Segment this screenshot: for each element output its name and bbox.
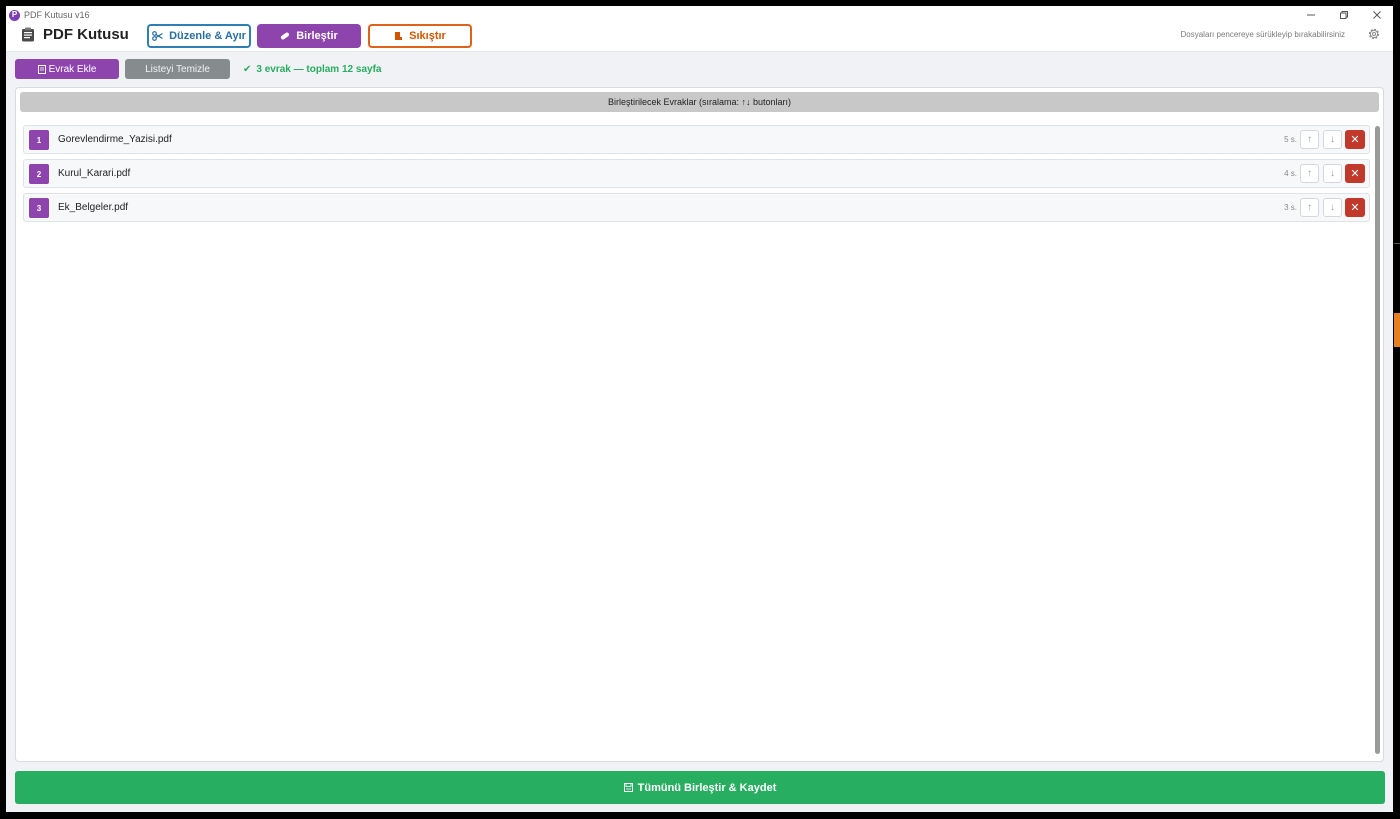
list-item: 2 Kurul_Karari.pdf 4 s. ↑ ↓ ✕: [23, 159, 1370, 188]
link-icon: [281, 32, 290, 40]
arrow-up-icon: ↑: [1307, 202, 1312, 213]
move-up-button[interactable]: ↑: [1300, 198, 1319, 217]
app-window: PDF Kutusu Düzenle & Ayır Birleştir Sıkı…: [6, 6, 1393, 812]
move-down-button[interactable]: ↓: [1323, 198, 1342, 217]
list-item: 3 Ek_Belgeler.pdf 3 s. ↑ ↓ ✕: [23, 193, 1370, 222]
file-name: Gorevlendirme_Yazisi.pdf: [58, 134, 172, 145]
app-name: PDF Kutusu: [43, 26, 129, 43]
move-down-button[interactable]: ↓: [1323, 130, 1342, 149]
check-icon: ✔: [243, 63, 252, 75]
background-accent: [1394, 313, 1400, 347]
arrow-up-icon: ↑: [1307, 168, 1312, 179]
minimize-icon: [1306, 14, 1315, 16]
close-icon: ✕: [1350, 202, 1360, 214]
compress-icon: [395, 32, 403, 40]
window-title: PDF Kutusu v16: [24, 10, 90, 20]
minimize-button[interactable]: [1294, 6, 1327, 24]
save-icon: [623, 783, 633, 792]
item-index: 2: [29, 164, 49, 184]
move-up-button[interactable]: ↑: [1300, 130, 1319, 149]
clear-list-button[interactable]: Listeyi Temizle: [125, 59, 230, 79]
close-icon: ✕: [1350, 168, 1360, 180]
screen: PDF Kutusu Düzenle & Ayır Birleştir Sıkı…: [0, 0, 1400, 819]
restore-button[interactable]: [1327, 6, 1360, 24]
page-count: 3 s.: [1284, 203, 1297, 212]
remove-button[interactable]: ✕: [1345, 130, 1365, 149]
status-message: 3 evrak — toplam 12 sayfa: [256, 63, 382, 75]
tab-label: Düzenle & Ayır: [169, 30, 246, 42]
close-window-button[interactable]: [1360, 6, 1393, 24]
list-item: 1 Gorevlendirme_Yazisi.pdf 5 s. ↑ ↓ ✕: [23, 125, 1370, 154]
remove-button[interactable]: ✕: [1345, 164, 1365, 183]
remove-button[interactable]: ✕: [1345, 198, 1365, 217]
page-count: 5 s.: [1284, 135, 1297, 144]
page-count: 4 s.: [1284, 169, 1297, 178]
arrow-up-icon: ↑: [1307, 134, 1312, 145]
tab-label: Birleştir: [296, 30, 338, 42]
tab-merge[interactable]: Birleştir: [257, 24, 361, 48]
clear-list-label: Listeyi Temizle: [145, 63, 210, 75]
add-document-label: Evrak Ekle: [48, 63, 97, 75]
restore-icon: [1339, 11, 1348, 19]
background-divider: [1394, 243, 1400, 244]
arrow-down-icon: ↓: [1330, 202, 1335, 213]
status-text: ✔ 3 evrak — toplam 12 sayfa: [243, 59, 381, 79]
app-icon: P: [9, 9, 20, 21]
tab-label: Sıkıştır: [409, 30, 446, 42]
document-list-panel: Birleştirilecek Evraklar (sıralama: ↑↓ b…: [15, 87, 1384, 762]
arrow-down-icon: ↓: [1330, 168, 1335, 179]
clipboard-icon: [22, 27, 34, 42]
move-up-button[interactable]: ↑: [1300, 164, 1319, 183]
title-bar: P PDF Kutusu v16: [6, 6, 1393, 24]
merge-all-label: Tümünü Birleştir & Kaydet: [637, 781, 777, 794]
merge-all-save-button[interactable]: Tümünü Birleştir & Kaydet: [15, 771, 1385, 804]
file-name: Ek_Belgeler.pdf: [58, 202, 129, 213]
move-down-button[interactable]: ↓: [1323, 164, 1342, 183]
close-icon: ✕: [1350, 134, 1360, 146]
document-list: 1 Gorevlendirme_Yazisi.pdf 5 s. ↑ ↓ ✕ 2 …: [23, 125, 1370, 227]
window-controls: [1294, 6, 1393, 24]
arrow-down-icon: ↓: [1330, 134, 1335, 145]
add-document-button[interactable]: Evrak Ekle: [15, 59, 119, 79]
tab-edit-split[interactable]: Düzenle & Ayır: [147, 24, 251, 48]
close-icon: [1372, 11, 1381, 19]
panel-header: Birleştirilecek Evraklar (sıralama: ↑↓ b…: [20, 92, 1379, 112]
gear-icon[interactable]: [1367, 27, 1381, 41]
document-icon: [37, 64, 46, 74]
file-name: Kurul_Karari.pdf: [58, 168, 131, 179]
scrollbar[interactable]: [1375, 126, 1380, 754]
scissors-icon: [152, 31, 163, 41]
item-index: 3: [29, 198, 49, 218]
tab-compress[interactable]: Sıkıştır: [368, 24, 472, 48]
item-index: 1: [29, 130, 49, 150]
